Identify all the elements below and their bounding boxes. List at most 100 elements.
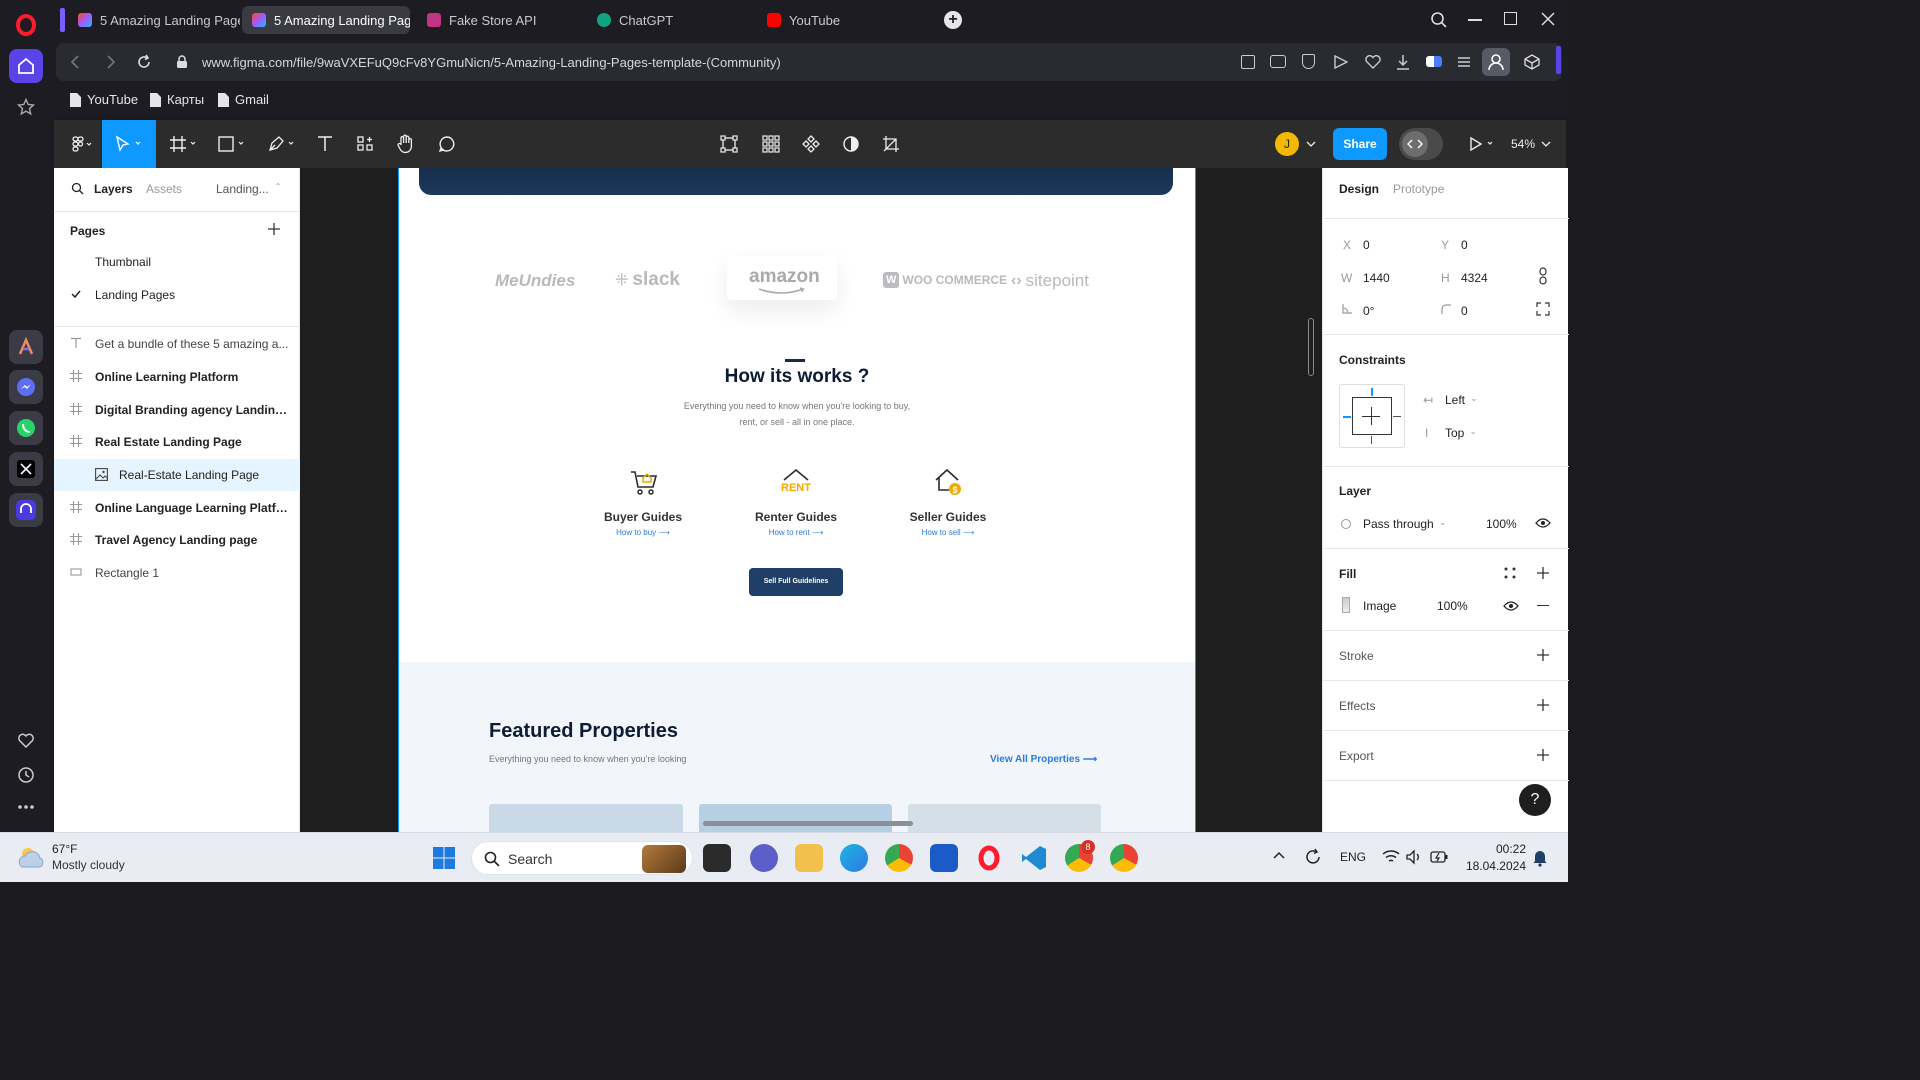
constraint-top[interactable] xyxy=(1371,388,1373,396)
constraints-widget[interactable] xyxy=(1339,384,1405,448)
shape-tool-icon[interactable] xyxy=(210,120,254,168)
constraint-h-dropdown[interactable]: Left ⌄ xyxy=(1445,393,1478,407)
crop-icon[interactable] xyxy=(876,120,906,168)
layer-frame-travel-agency[interactable]: Travel Agency Landing page xyxy=(54,524,300,556)
page-item-landing-pages[interactable]: Landing Pages xyxy=(54,279,300,311)
volume-icon[interactable] xyxy=(1406,849,1422,865)
clock-time[interactable]: 00:22 xyxy=(1466,842,1526,856)
sync-icon[interactable] xyxy=(1304,848,1322,866)
windows-start-icon[interactable] xyxy=(432,846,456,870)
heart-icon[interactable] xyxy=(9,724,43,758)
search-tabs-icon[interactable] xyxy=(1430,11,1448,29)
profile-icon[interactable] xyxy=(1482,48,1510,76)
weather-description[interactable]: Mostly cloudy xyxy=(52,858,125,872)
share-button[interactable]: Share xyxy=(1333,128,1387,160)
x-twitter-icon[interactable] xyxy=(9,452,43,486)
hand-tool-icon[interactable] xyxy=(390,120,420,168)
microsoft-store-icon[interactable] xyxy=(930,844,958,872)
more-icon[interactable] xyxy=(9,790,43,824)
fill-type[interactable]: Image xyxy=(1363,599,1396,613)
file-explorer-icon[interactable] xyxy=(795,844,823,872)
download-icon[interactable] xyxy=(1396,54,1410,70)
constrain-proportions-icon[interactable] xyxy=(1531,264,1555,288)
constraint-right[interactable] xyxy=(1393,416,1401,417)
tab-youtube[interactable]: YouTube xyxy=(757,6,917,34)
guide-link[interactable]: How to sell ⟶ xyxy=(898,528,998,537)
transform-icon[interactable] xyxy=(714,120,744,168)
rotation-field[interactable]: 0° xyxy=(1363,304,1374,318)
tab-design[interactable]: Design xyxy=(1339,182,1379,196)
bookmark-gmail[interactable]: Gmail xyxy=(218,92,269,107)
chrome-icon[interactable] xyxy=(1110,844,1138,872)
whatsapp-icon[interactable] xyxy=(9,411,43,445)
vertical-scrollbar[interactable] xyxy=(1308,318,1314,376)
tab-prototype[interactable]: Prototype xyxy=(1393,182,1444,196)
history-icon[interactable] xyxy=(9,758,43,792)
component-icon[interactable] xyxy=(796,120,826,168)
close-window-icon[interactable] xyxy=(1540,11,1556,27)
extensions-icon[interactable] xyxy=(1524,54,1540,70)
page-item-thumbnail[interactable]: Thumbnail xyxy=(54,246,300,278)
heart-icon[interactable] xyxy=(1365,55,1381,69)
url-text[interactable]: www.figma.com/file/9waVXEFuQ9cFv8YGmuNic… xyxy=(202,55,781,70)
new-tab-icon[interactable]: + xyxy=(944,11,962,29)
layer-opacity[interactable]: 100% xyxy=(1486,517,1517,531)
opera-logo-icon[interactable] xyxy=(9,8,43,42)
text-tool-icon[interactable] xyxy=(310,120,340,168)
task-view-icon[interactable] xyxy=(703,844,731,872)
language-indicator[interactable]: ENG xyxy=(1340,850,1366,864)
layer-text[interactable]: Get a bundle of these 5 amazing a... xyxy=(54,328,300,360)
layer-frame-online-learning[interactable]: Online Learning Platform xyxy=(54,361,300,393)
shield-icon[interactable] xyxy=(1302,54,1315,69)
constraint-bottom[interactable] xyxy=(1371,436,1372,444)
forward-icon[interactable] xyxy=(104,54,118,70)
star-icon[interactable] xyxy=(9,90,43,124)
home-icon[interactable] xyxy=(9,49,43,83)
add-export-icon[interactable] xyxy=(1536,748,1550,762)
guide-link[interactable]: How to rent ⟶ xyxy=(746,528,846,537)
add-page-icon[interactable] xyxy=(267,222,281,236)
search-icon[interactable] xyxy=(71,182,84,195)
tab-figma-2[interactable]: 5 Amazing Landing Pages xyxy=(242,6,410,34)
real-estate-frame[interactable]: MeUndies ⁜ slack amazon W WOO COMMERCE ‹… xyxy=(398,168,1196,832)
fill-visibility-icon[interactable] xyxy=(1503,600,1519,612)
help-button[interactable]: ? xyxy=(1519,784,1551,816)
edit-icon[interactable] xyxy=(1241,55,1255,69)
present-button[interactable] xyxy=(1462,120,1502,168)
styles-icon[interactable] xyxy=(1503,566,1517,580)
pen-tool-icon[interactable] xyxy=(260,120,304,168)
back-icon[interactable] xyxy=(68,54,82,70)
bookmark-maps[interactable]: Карты xyxy=(150,92,204,107)
sell-guidelines-button[interactable]: Sell Full Guidelines xyxy=(749,568,843,596)
chevron-up-icon[interactable] xyxy=(1272,850,1286,860)
resources-icon[interactable] xyxy=(350,120,380,168)
battery-saver-icon[interactable] xyxy=(1426,56,1442,67)
view-all-link[interactable]: View All Properties ⟶ xyxy=(990,754,1097,765)
layer-frame-digital-branding[interactable]: Digital Branding agency Landing ... xyxy=(54,394,300,426)
opera-icon[interactable] xyxy=(975,844,1003,872)
music-player-icon[interactable] xyxy=(9,493,43,527)
add-effect-icon[interactable] xyxy=(1536,698,1550,712)
send-icon[interactable] xyxy=(1334,55,1348,69)
tab-assets[interactable]: Assets xyxy=(146,182,182,196)
grid-icon[interactable] xyxy=(756,120,786,168)
camera-icon[interactable] xyxy=(1270,55,1286,68)
messenger-icon[interactable] xyxy=(9,370,43,404)
vscode-icon[interactable] xyxy=(1020,844,1048,872)
battery-icon[interactable] xyxy=(1430,849,1448,865)
page-selector[interactable]: Landing... ⌃ xyxy=(216,182,281,196)
constraint-v-dropdown[interactable]: Top ⌄ xyxy=(1445,426,1477,440)
easy-setup-icon[interactable] xyxy=(1457,55,1471,69)
tab-fake-store[interactable]: Fake Store API xyxy=(417,6,577,34)
layer-frame-real-estate[interactable]: Real Estate Landing Page xyxy=(54,426,300,458)
bookmark-youtube[interactable]: YouTube xyxy=(70,92,138,107)
avatar[interactable]: J xyxy=(1272,120,1320,168)
chrome-profile-icon[interactable]: 8 xyxy=(1065,840,1095,872)
move-tool-icon[interactable] xyxy=(102,120,156,168)
independent-corners-icon[interactable] xyxy=(1536,302,1550,316)
tab-figma-1[interactable]: 5 Amazing Landing Pages xyxy=(68,6,240,34)
visibility-icon[interactable] xyxy=(1535,517,1551,529)
radius-field[interactable]: 0 xyxy=(1461,304,1468,318)
chat-app-icon[interactable] xyxy=(750,844,778,872)
blend-mode-dropdown[interactable]: Pass through ⌄ xyxy=(1363,517,1446,531)
